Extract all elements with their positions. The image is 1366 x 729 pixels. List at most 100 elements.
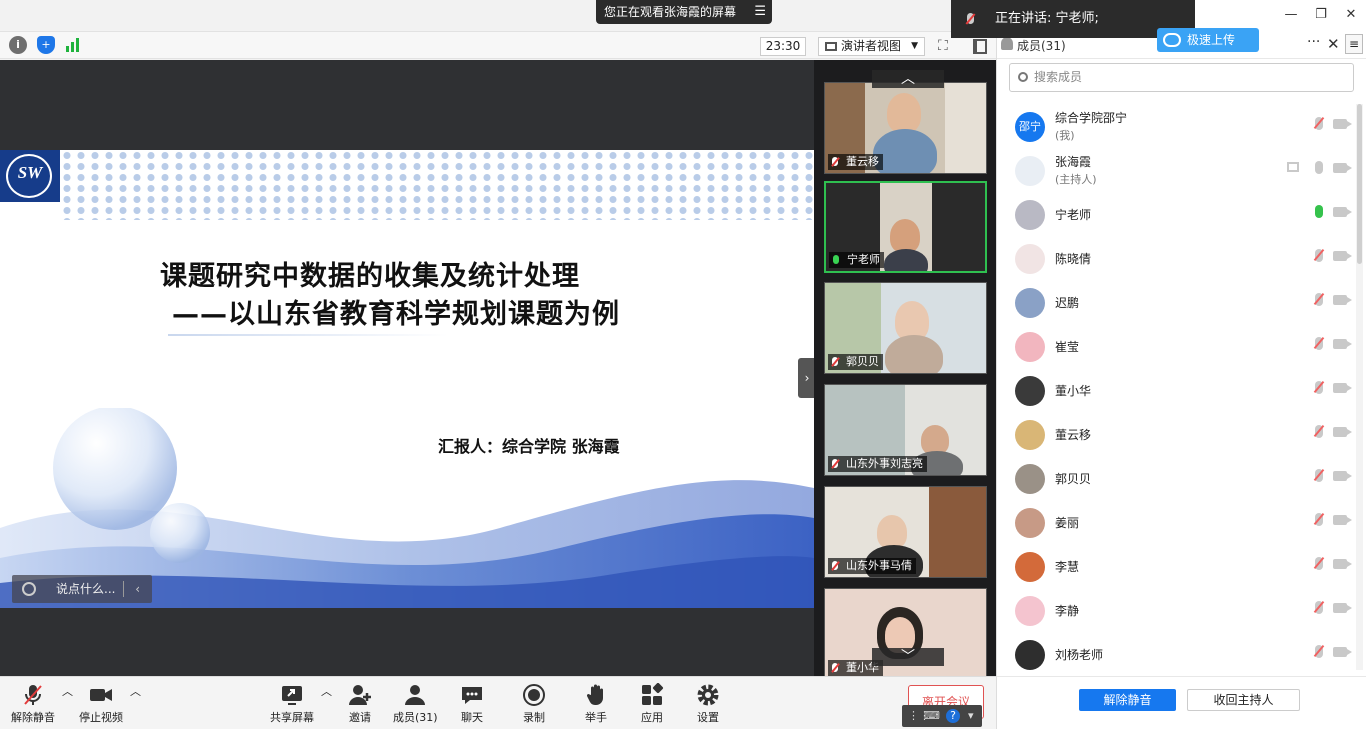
member-row[interactable]: 董小华: [997, 368, 1355, 412]
close-panel-icon[interactable]: ✕: [1327, 35, 1340, 53]
avatar: [1015, 552, 1045, 582]
audio-options-chevron-icon[interactable]: ︿: [62, 683, 73, 727]
chevron-down-icon[interactable]: ▾: [968, 709, 974, 722]
avatar: [1015, 596, 1045, 626]
camera-icon[interactable]: [1333, 163, 1352, 173]
chat-input[interactable]: 说点什么... ‹: [12, 575, 152, 603]
member-row[interactable]: 陈晓倩: [997, 236, 1355, 280]
banner-menu-icon[interactable]: ☰: [754, 0, 766, 24]
video-tile[interactable]: 山东外事马倩: [824, 486, 987, 578]
member-row[interactable]: 郭贝贝: [997, 456, 1355, 500]
share-screen-button[interactable]: 共享屏幕: [268, 683, 316, 727]
member-row[interactable]: 董云移: [997, 412, 1355, 456]
emoji-icon[interactable]: [22, 582, 36, 596]
chat-bubble-icon: [460, 683, 484, 707]
mic-icon[interactable]: [1315, 205, 1323, 218]
slide-dot-pattern: [60, 150, 814, 220]
member-row[interactable]: 崔莹: [997, 324, 1355, 368]
members-panel: 正在讲话: 宁老师; 极速上传 — ❐ ✕ 成员(31) ··· ✕ ≡ 搜索成员 …: [951, 0, 1366, 729]
slide-divider: [168, 334, 448, 336]
avatar: [1015, 332, 1045, 362]
camera-icon[interactable]: [1333, 647, 1352, 657]
members-button[interactable]: 成员(31): [393, 683, 438, 727]
stop-video-button[interactable]: 停止视频: [78, 683, 124, 727]
member-row[interactable]: 李静: [997, 588, 1355, 632]
chat-placeholder: 说点什么...: [56, 582, 116, 596]
camera-icon[interactable]: [1333, 339, 1352, 349]
share-options-chevron-icon[interactable]: ︿: [321, 683, 332, 727]
member-row[interactable]: 邵宁 综合学院邵宁 (我): [997, 104, 1355, 148]
record-button[interactable]: 录制: [520, 683, 548, 727]
presentation-slide: SW 课题研究中数据的收集及统计处理 ——以山东省教育科学规划课题为例 汇报人：…: [0, 150, 814, 608]
camera-icon[interactable]: [1333, 559, 1352, 569]
fullscreen-icon[interactable]: ⛶: [938, 39, 953, 54]
school-logo: SW: [0, 150, 60, 202]
minimize-icon[interactable]: —: [1276, 0, 1306, 30]
members-panel-title: 成员(31): [1001, 37, 1066, 54]
member-list-scrollbar[interactable]: [1356, 104, 1363, 670]
search-members-input[interactable]: 搜索成员: [1009, 63, 1354, 92]
member-role: (主持人): [1055, 173, 1097, 186]
settings-button[interactable]: 设置: [694, 683, 722, 727]
member-row[interactable]: 张海霞 (主持人): [997, 148, 1355, 192]
avatar: [1015, 376, 1045, 406]
reclaim-host-button[interactable]: 收回主持人: [1187, 689, 1300, 711]
video-tile-name: 山东外事刘志亮: [828, 456, 927, 472]
avatar: [1015, 508, 1045, 538]
member-name: 李慧: [1055, 560, 1080, 574]
unmute-all-button[interactable]: 解除静音: [1079, 689, 1176, 711]
shared-screen-stage: SW 课题研究中数据的收集及统计处理 ——以山东省教育科学规划课题为例 汇报人：…: [0, 60, 814, 676]
apps-button[interactable]: 应用: [638, 682, 666, 727]
member-row[interactable]: 李慧: [997, 544, 1355, 588]
close-window-icon[interactable]: ✕: [1336, 0, 1366, 30]
viewing-screen-banner[interactable]: 您正在观看张海霞的屏幕 ☰: [596, 0, 772, 24]
chevron-up-icon[interactable]: ︿: [872, 70, 944, 88]
video-tile[interactable]: 郭贝贝: [824, 282, 987, 374]
unmute-button[interactable]: 解除静音: [10, 683, 56, 727]
member-row[interactable]: 宁老师: [997, 192, 1355, 236]
more-options-icon[interactable]: ···: [1307, 34, 1320, 50]
keyboard-icon[interactable]: ⌨: [924, 709, 940, 722]
invite-button[interactable]: 邀请: [344, 683, 376, 727]
member-name: 郭贝贝: [1055, 472, 1092, 486]
view-mode-select[interactable]: 演讲者视图 ▼: [818, 37, 925, 56]
info-icon[interactable]: i: [9, 36, 27, 54]
camera-icon[interactable]: [1333, 515, 1352, 525]
member-name: 崔莹: [1055, 340, 1080, 354]
network-signal-icon[interactable]: [64, 36, 82, 52]
member-row[interactable]: 刘杨老师: [997, 632, 1355, 670]
input-method-bar[interactable]: ⋮⋮ ⌨ ? ▾: [902, 705, 982, 727]
video-tile[interactable]: 山东外事刘志亮: [824, 384, 987, 476]
maximize-icon[interactable]: ❐: [1306, 0, 1336, 30]
camera-icon[interactable]: [1333, 207, 1352, 217]
member-row[interactable]: 姜丽: [997, 500, 1355, 544]
chevron-down-icon[interactable]: ﹀: [872, 648, 944, 666]
members-panel-footer: 解除静音 收回主持人: [997, 676, 1366, 729]
menu-icon[interactable]: ≡: [1345, 34, 1363, 54]
gear-icon: [696, 683, 720, 707]
mic-icon[interactable]: [1315, 161, 1323, 174]
speaking-text: 正在讲话: 宁老师;: [995, 11, 1099, 26]
camera-icon[interactable]: [1333, 251, 1352, 261]
chat-button[interactable]: 聊天: [458, 683, 486, 727]
chevron-left-icon[interactable]: ‹: [135, 575, 140, 603]
camera-icon[interactable]: [1333, 603, 1352, 613]
side-panel-icon[interactable]: [973, 39, 987, 54]
video-options-chevron-icon[interactable]: ︿: [130, 683, 141, 727]
camera-icon[interactable]: [1333, 471, 1352, 481]
camera-icon[interactable]: [1333, 295, 1352, 305]
camera-icon[interactable]: [1333, 119, 1352, 129]
raise-hand-button[interactable]: 举手: [582, 683, 610, 727]
camera-icon[interactable]: [1333, 427, 1352, 437]
member-name: 李静: [1055, 604, 1080, 618]
member-row[interactable]: 迟鹏: [997, 280, 1355, 324]
help-icon[interactable]: ?: [946, 709, 960, 723]
video-tile[interactable]: 董云移: [824, 82, 987, 174]
video-tile-active-speaker[interactable]: 宁老师: [824, 181, 987, 273]
security-shield-icon[interactable]: +: [37, 36, 55, 54]
camera-icon[interactable]: [1333, 383, 1352, 393]
chevron-down-icon: ▼: [911, 41, 918, 51]
fast-upload-badge[interactable]: 极速上传: [1157, 28, 1259, 52]
screen-share-icon: [1287, 162, 1299, 172]
view-mode-label: 演讲者视图: [841, 39, 902, 53]
